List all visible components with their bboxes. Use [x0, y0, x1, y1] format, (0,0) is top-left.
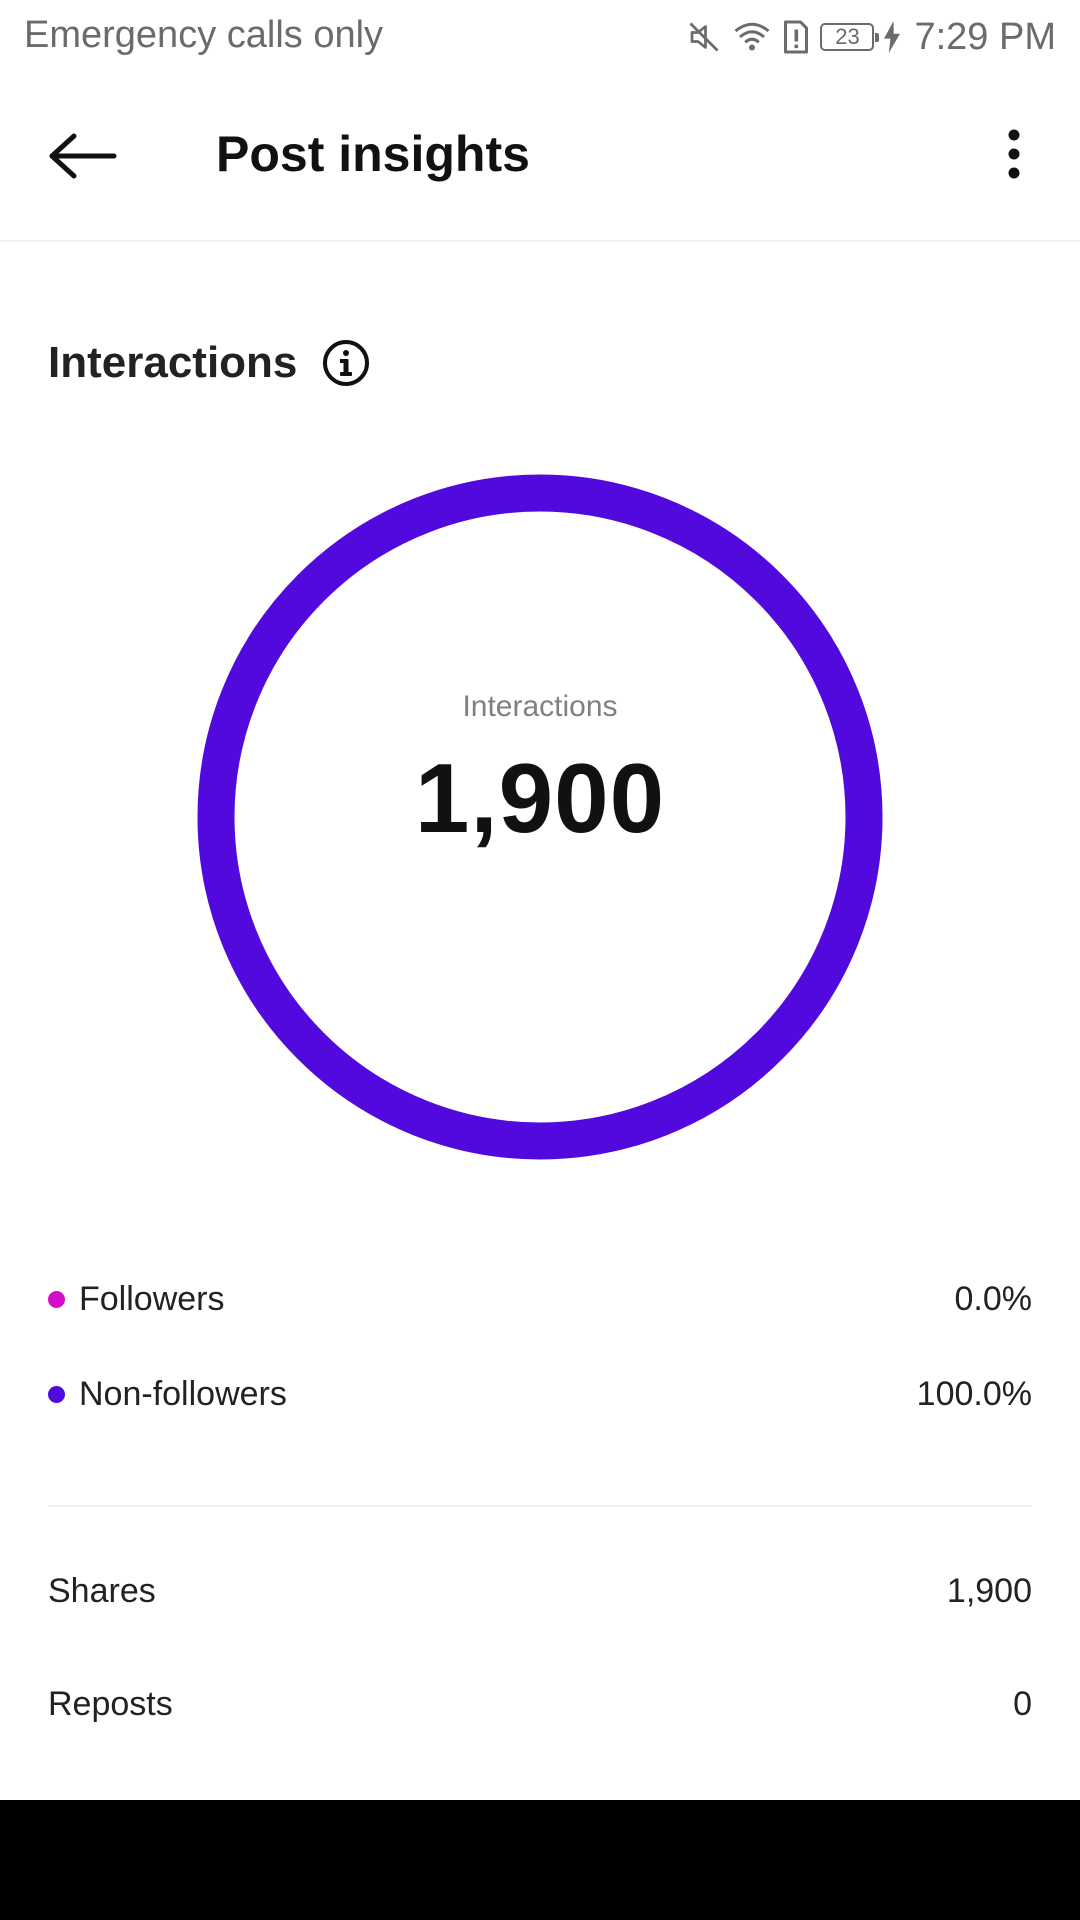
section-divider — [48, 1505, 1032, 1507]
metric-label-reposts: Reposts — [48, 1684, 173, 1723]
sim-alert-icon — [782, 19, 810, 55]
legend-item-non-followers: Non-followers 100.0% — [48, 1364, 1032, 1424]
info-icon — [323, 340, 370, 386]
legend-value-non-followers: 100.0% — [916, 1374, 1032, 1413]
arrow-left-icon — [49, 133, 117, 179]
post-insights-screen: Emergency calls only 23 7:29 PM Post ins… — [0, 0, 1080, 1920]
back-button[interactable] — [38, 121, 128, 191]
more-vertical-icon — [1008, 129, 1020, 179]
page-title: Post insights — [216, 126, 530, 182]
charging-icon — [884, 21, 901, 53]
metric-value-shares: 1,900 — [946, 1571, 1032, 1610]
metric-row-shares: Shares 1,900 — [48, 1561, 1032, 1621]
legend-label-followers: Followers — [79, 1279, 225, 1318]
mute-icon — [686, 19, 722, 55]
more-options-button[interactable] — [984, 119, 1044, 189]
legend-value-followers: 0.0% — [954, 1279, 1033, 1318]
system-navigation-bar — [0, 1800, 1080, 1920]
carrier-text: Emergency calls only — [24, 14, 384, 56]
wifi-icon — [732, 19, 772, 55]
metric-row-reposts: Reposts 0 — [48, 1674, 1032, 1734]
status-icons: 23 7:29 PM — [686, 10, 1056, 64]
battery-level: 23 — [835, 24, 860, 49]
donut-center-value: 1,900 — [414, 743, 666, 853]
interactions-section-header: Interactions — [48, 335, 371, 391]
metric-label-shares: Shares — [48, 1571, 156, 1610]
app-header: Post insights — [0, 75, 1080, 242]
legend-label-non-followers: Non-followers — [79, 1374, 287, 1413]
clock: 7:29 PM — [914, 15, 1056, 58]
metric-value-reposts: 0 — [1013, 1684, 1032, 1723]
donut-center-label: Interactions — [462, 690, 618, 723]
followers-dot — [48, 1290, 65, 1308]
info-button[interactable] — [321, 338, 371, 388]
non-followers-dot — [48, 1385, 65, 1403]
battery-icon: 23 — [820, 23, 880, 51]
section-title: Interactions — [48, 338, 298, 387]
legend-item-followers: Followers 0.0% — [48, 1269, 1032, 1329]
status-bar: Emergency calls only 23 7:29 PM — [0, 0, 1080, 75]
